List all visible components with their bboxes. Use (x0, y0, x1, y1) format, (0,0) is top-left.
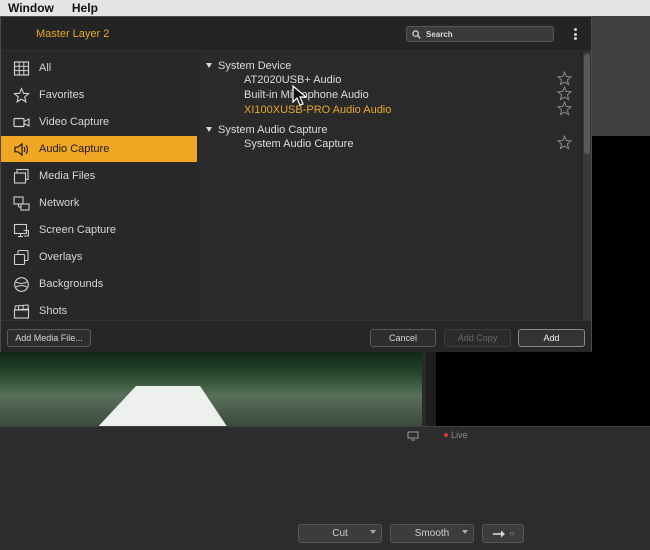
menubar: Window Help (0, 0, 650, 16)
transition-select-value: Cut (332, 528, 348, 539)
source-item-selected[interactable]: XI100XUSB-PRO Audio Audio (198, 101, 581, 117)
overlays-icon (13, 249, 29, 266)
sidebar-item-label: Overlays (39, 251, 83, 263)
sidebar-item-overlays[interactable]: Overlays (1, 244, 197, 270)
mouse-cursor-icon (292, 85, 308, 106)
sidebar-item-media-files[interactable]: Media Files (1, 163, 197, 189)
search-icon (412, 29, 421, 39)
star-icon (13, 87, 30, 104)
easing-select[interactable]: Smooth (390, 524, 474, 543)
dialog-footer: Add Media File... Cancel Add Copy Add (1, 320, 591, 352)
network-icon (13, 196, 30, 211)
sidebar-item-audio-capture[interactable]: Audio Capture (1, 136, 197, 162)
favorite-star-icon[interactable] (557, 101, 572, 116)
sidebar-item-label: Shots (39, 305, 68, 317)
backgrounds-icon (14, 277, 29, 292)
sidebar-item-label: Favorites (39, 89, 85, 101)
source-list-scrollbar[interactable] (582, 52, 591, 320)
sidebar-item-label: Media Files (39, 170, 96, 182)
add-button[interactable]: Add (518, 329, 585, 347)
preview-divider (426, 350, 436, 426)
sidebar-item-label: All (39, 62, 52, 74)
sidebar-item-screen-capture[interactable]: Screen Capture (1, 217, 197, 243)
cancel-button[interactable]: Cancel (370, 329, 436, 347)
source-item[interactable]: System Audio Capture (198, 135, 581, 151)
sidebar-item-all[interactable]: All (1, 55, 197, 81)
sidebar-item-label: Backgrounds (39, 278, 104, 290)
tree-group-label: System Audio Capture (218, 124, 328, 136)
dialog-title: Master Layer 2 (36, 28, 110, 40)
more-options-icon[interactable] (569, 26, 581, 42)
arrow-right-icon (492, 530, 505, 537)
disclosure-triangle-icon[interactable] (206, 127, 212, 132)
favorite-star-icon[interactable] (557, 86, 572, 101)
add-source-dialog: Master Layer 2 All Favorite (0, 16, 592, 352)
search-box[interactable] (406, 26, 554, 42)
sidebar-item-label: Network (39, 197, 80, 209)
media-files-icon (13, 168, 29, 184)
speaker-icon (14, 142, 29, 157)
source-item-label: XI100XUSB-PRO Audio Audio (244, 104, 392, 116)
menu-window[interactable]: Window (8, 1, 54, 15)
tree-group-system-device[interactable]: System Device (198, 59, 581, 73)
sidebar-item-label: Video Capture (39, 116, 110, 128)
monitor-icon[interactable] (407, 431, 419, 441)
add-media-file-button[interactable]: Add Media File... (7, 329, 91, 347)
source-item[interactable]: Built-in Microphone Audio (198, 86, 581, 102)
easing-select-value: Smooth (414, 528, 450, 539)
transition-select[interactable]: Cut (298, 524, 382, 543)
category-sidebar: All Favorites Video Capture Audio Captur… (1, 52, 197, 320)
clapperboard-icon (13, 304, 30, 319)
video-camera-icon (13, 117, 30, 128)
menu-help[interactable]: Help (72, 1, 98, 15)
live-label: Live (451, 430, 468, 440)
live-indicator: Live (444, 430, 468, 440)
source-item-label: System Audio Capture (244, 138, 354, 150)
add-copy-button[interactable]: Add Copy (444, 329, 511, 347)
live-dot-icon (444, 433, 448, 437)
chevron-down-icon (370, 530, 376, 534)
background-panel-right (592, 16, 650, 136)
screen-capture-icon (13, 223, 29, 238)
favorite-star-icon[interactable] (557, 71, 572, 86)
sidebar-item-label: Screen Capture (39, 224, 117, 236)
dialog-header: Master Layer 2 (1, 17, 591, 51)
disclosure-triangle-icon[interactable] (206, 63, 212, 68)
transition-button-circle: ○ (509, 529, 515, 538)
sidebar-item-video-capture[interactable]: Video Capture (1, 109, 197, 135)
tree-group-label: System Device (218, 60, 292, 72)
sidebar-item-label: Audio Capture (39, 143, 110, 155)
sidebar-item-favorites[interactable]: Favorites (1, 82, 197, 108)
grid-icon (13, 61, 30, 76)
layer-preview (0, 350, 422, 426)
source-item[interactable]: AT2020USB+ Audio (198, 71, 581, 87)
favorite-star-icon[interactable] (557, 135, 572, 150)
search-input[interactable] (426, 29, 546, 39)
sidebar-item-network[interactable]: Network (1, 190, 197, 216)
chevron-down-icon (462, 530, 468, 534)
tree-group-system-audio-capture[interactable]: System Audio Capture (198, 123, 581, 137)
sidebar-item-backgrounds[interactable]: Backgrounds (1, 271, 197, 297)
transition-button[interactable]: ○ (482, 524, 524, 543)
